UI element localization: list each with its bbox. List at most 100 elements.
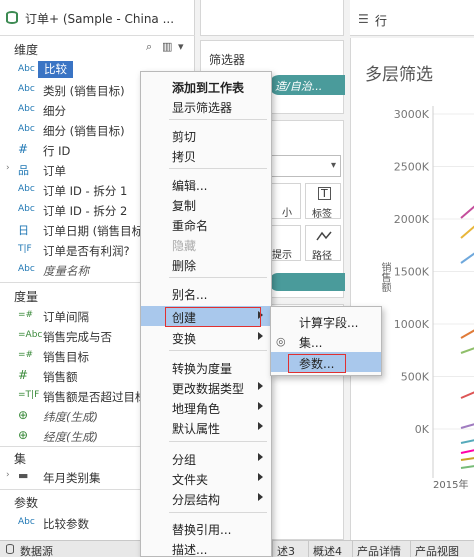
- rows-shelf-label: 行: [375, 14, 388, 28]
- series-line: [460, 329, 474, 339]
- chevron-down-icon[interactable]: ▾: [178, 40, 184, 53]
- field-name: 纬度(生成): [43, 410, 98, 424]
- field-name: 细分 (销售目标): [43, 124, 125, 138]
- mark-type-dropdown[interactable]: ▾: [269, 155, 341, 177]
- label-button[interactable]: T 标签: [305, 183, 341, 220]
- filter-pill-label: 造/自治...: [275, 80, 323, 93]
- string-type-icon: Abc: [18, 64, 35, 74]
- series-line: [460, 225, 474, 239]
- field-name: 订单: [43, 164, 66, 178]
- dimensions-header: 维度 ⌕ ▥ ▾: [0, 38, 195, 58]
- field-name: 比较参数: [43, 517, 89, 531]
- pages-card: [200, 0, 344, 36]
- tab-label: 述3: [277, 545, 295, 557]
- menu-separator: [169, 277, 267, 278]
- search-icon[interactable]: ⌕: [146, 40, 152, 54]
- menu-item-geographic-role[interactable]: 地理角色: [141, 397, 271, 417]
- calendar-icon: 日: [18, 224, 29, 237]
- tab-label: 概述4: [313, 545, 342, 557]
- measures-title: 度量: [14, 290, 39, 304]
- menu-item-rename[interactable]: 重命名: [141, 214, 271, 234]
- size-button[interactable]: 小: [269, 183, 301, 219]
- path-icon: [316, 231, 332, 241]
- highlight-box: [165, 307, 261, 327]
- submenu-arrow-icon: [258, 332, 263, 340]
- menu-item-change-data-type[interactable]: 更改数据类型: [141, 377, 271, 397]
- menu-item-cut[interactable]: 剪切: [141, 125, 271, 145]
- field-context-menu: 添加到工作表 显示筛选器 剪切 拷贝 编辑... 复制 重命名 隐藏 删除 别名…: [140, 71, 272, 557]
- menu-item-add-to-sheet[interactable]: 添加到工作表: [141, 76, 271, 96]
- path-label: 路径: [312, 251, 332, 262]
- menu-item-group[interactable]: 分组: [141, 448, 271, 468]
- submenu-arrow-icon: [258, 402, 263, 410]
- tab-sheet[interactable]: 产品详情: [352, 541, 410, 557]
- field-name: 细分: [43, 104, 66, 118]
- menu-item-folder[interactable]: 文件夹: [141, 468, 271, 488]
- menu-item-transform[interactable]: 变换: [141, 327, 271, 347]
- filters-title: 筛选器: [209, 53, 246, 67]
- tab-label: 数据源: [20, 545, 53, 557]
- series-line: [460, 465, 474, 469]
- tab-data-source[interactable]: 数据源: [0, 541, 62, 557]
- menu-separator: [169, 350, 267, 351]
- submenu-arrow-icon: [258, 453, 263, 461]
- string-type-icon: Abc: [18, 204, 35, 214]
- path-button[interactable]: 路径: [305, 225, 341, 262]
- string-type-icon: Abc: [18, 264, 35, 274]
- menu-item-replace-references[interactable]: 替换引用...: [141, 518, 271, 538]
- marks-pill[interactable]: [269, 273, 345, 291]
- menu-item-convert-to-measure[interactable]: 转换为度量: [141, 357, 271, 377]
- tab-sheet[interactable]: 概述4: [308, 541, 352, 557]
- string-type-icon: Abc: [18, 124, 35, 134]
- tab-label: 产品视图: [415, 545, 459, 557]
- field-name: 销售完成与否: [43, 330, 112, 344]
- menu-item-duplicate[interactable]: 复制: [141, 194, 271, 214]
- field-name: 订单是否有利润?: [43, 244, 130, 258]
- string-type-icon: Abc: [18, 104, 35, 114]
- text-t-icon: T: [318, 187, 331, 200]
- calc-boolean-icon: =T|F: [18, 390, 40, 400]
- menu-item-show-filter[interactable]: 显示筛选器: [141, 96, 271, 116]
- rows-shelf[interactable]: ☰ 行: [350, 0, 474, 36]
- expand-arrow-icon[interactable]: ›: [6, 163, 10, 173]
- series-line: [460, 423, 474, 429]
- expand-arrow-icon[interactable]: ›: [6, 470, 10, 480]
- view-options-icon[interactable]: ▥: [162, 40, 172, 53]
- menu-separator: [169, 119, 267, 120]
- highlight-box: [288, 354, 346, 373]
- number-type-icon: #: [18, 368, 29, 382]
- menu-item-set[interactable]: ◎ 集...: [271, 331, 381, 351]
- menu-item-hierarchy[interactable]: 分层结构: [141, 488, 271, 508]
- y-tick-label: 1000K: [394, 318, 430, 331]
- submenu-arrow-icon: [258, 473, 263, 481]
- database-icon: [6, 11, 18, 24]
- tooltip-button[interactable]: 提示: [269, 225, 301, 261]
- series-line: [460, 252, 474, 264]
- size-label: 小: [282, 208, 292, 219]
- menu-item-describe[interactable]: 描述...: [141, 538, 271, 557]
- tab-sheet[interactable]: 述3: [272, 541, 308, 557]
- boolean-type-icon: T|F: [18, 244, 32, 254]
- menu-item-default-properties[interactable]: 默认属性: [141, 417, 271, 437]
- dimensions-title: 维度: [14, 43, 39, 57]
- tooltip-label: 提示: [272, 250, 292, 261]
- y-tick-label: 1500K: [394, 266, 430, 279]
- field-name: 订单 ID - 拆分 2: [43, 204, 128, 218]
- menu-item-edit[interactable]: 编辑...: [141, 174, 271, 194]
- set-icon: ◎: [276, 335, 286, 348]
- filter-pill[interactable]: 造/自治...: [269, 75, 345, 95]
- menu-item-copy[interactable]: 拷贝: [141, 145, 271, 165]
- menu-item-alias[interactable]: 别名...: [141, 283, 271, 303]
- field-name: 经度(生成): [43, 430, 98, 444]
- folder-icon: ▬: [18, 469, 29, 482]
- parameters-title: 参数: [14, 496, 39, 510]
- tab-label: 产品详情: [357, 545, 401, 557]
- menu-item-delete[interactable]: 删除: [141, 254, 271, 274]
- y-tick-label: 2500K: [394, 161, 430, 174]
- field-name: 订单间隔: [43, 310, 89, 324]
- tableau-window: 订单+ (Sample - China ... 维度 ⌕ ▥ ▾ Abc 比较 …: [0, 0, 474, 557]
- database-icon: [6, 544, 14, 554]
- tab-sheet[interactable]: 产品视图: [410, 541, 474, 557]
- menu-item-calculated-field[interactable]: 计算字段...: [271, 311, 381, 331]
- data-source-row[interactable]: 订单+ (Sample - China ...: [0, 0, 195, 36]
